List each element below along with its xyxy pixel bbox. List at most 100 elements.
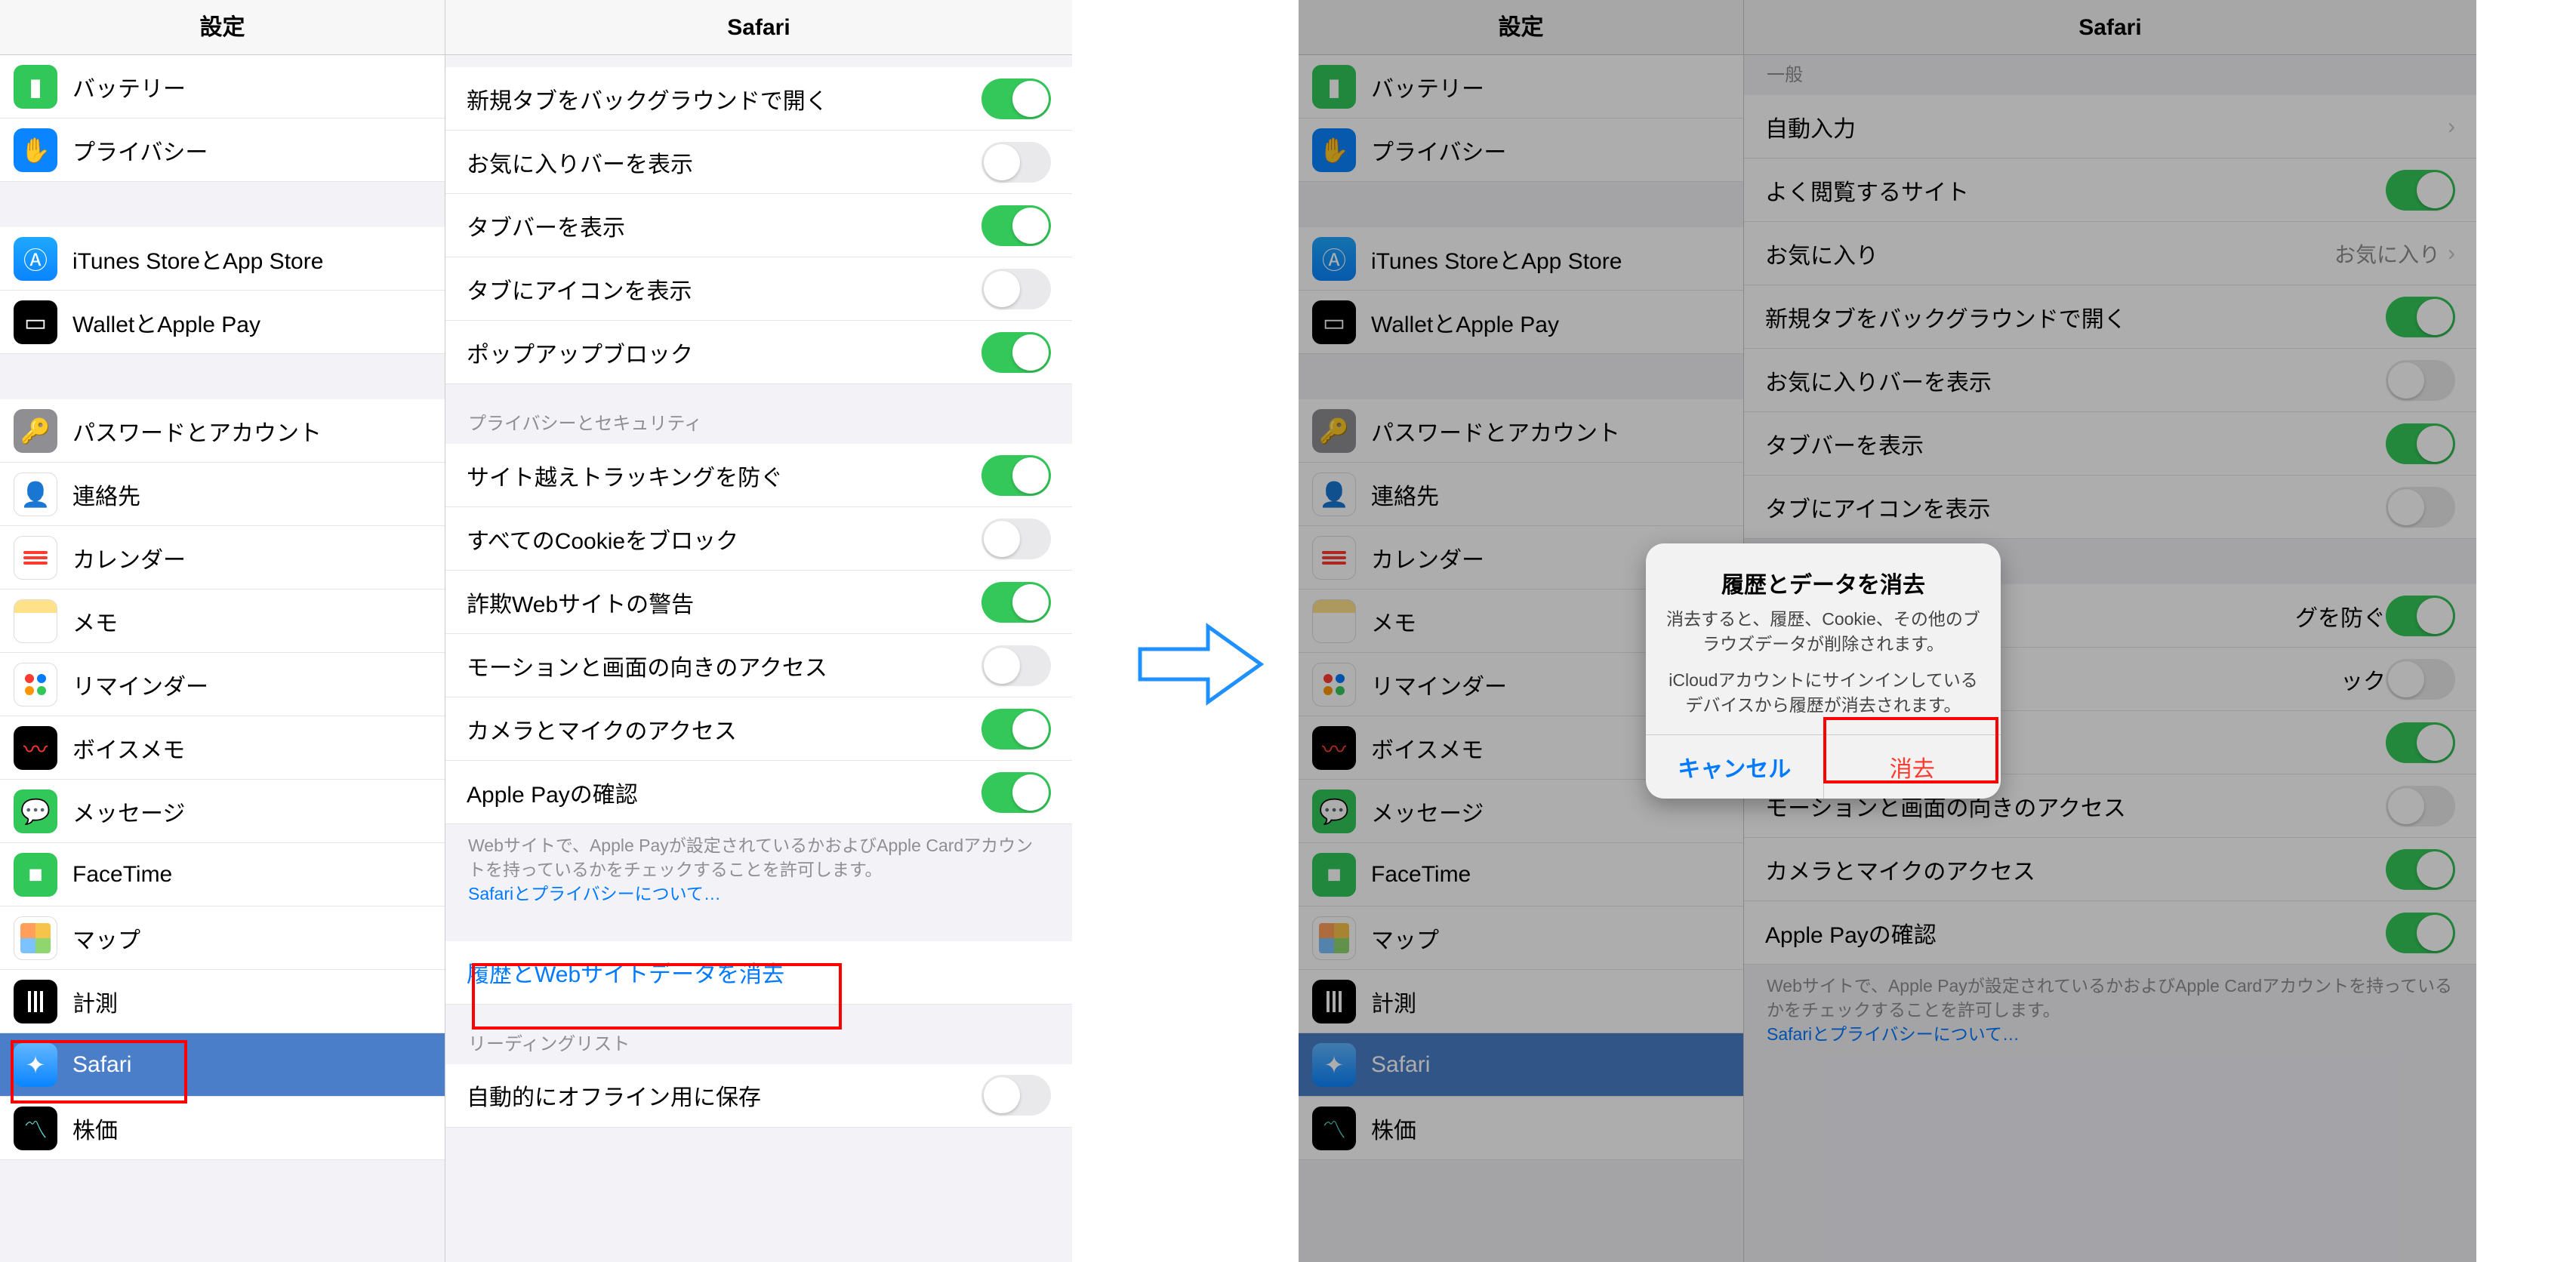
sidebar-item-stocks[interactable]: 〽株価 xyxy=(0,1097,445,1160)
toggle-offline[interactable] xyxy=(981,1075,1051,1116)
row-camera[interactable]: カメラとマイクのアクセス xyxy=(1744,838,2476,901)
contacts-icon: 👤 xyxy=(14,472,57,516)
row-applepay[interactable]: Apple Payの確認 xyxy=(445,761,1072,824)
sidebar-item-notes[interactable]: メモ xyxy=(0,589,445,653)
sidebar-title: 設定 xyxy=(0,0,445,55)
sidebar-item-reminders[interactable]: リマインダー xyxy=(0,653,445,716)
sidebar-item-privacy[interactable]: ✋プライバシー xyxy=(0,119,445,182)
sidebar-item-facetime[interactable]: ■FaceTime xyxy=(1299,843,1743,906)
toggle-fav-bar[interactable] xyxy=(2386,360,2455,401)
toggle-freq-sites[interactable] xyxy=(2386,170,2455,211)
row-freq-sites[interactable]: よく閲覧するサイト xyxy=(1744,159,2476,222)
hand-icon: ✋ xyxy=(14,128,57,172)
toggle-camera[interactable] xyxy=(981,709,1051,750)
voicememo-icon: 〰 xyxy=(1312,726,1356,770)
toggle-block-cookies[interactable] xyxy=(981,519,1051,559)
sidebar-item-voicememo[interactable]: 〰ボイスメモ xyxy=(0,716,445,780)
row-popup[interactable]: ポップアップブロック xyxy=(445,321,1072,384)
toggle-cross-site[interactable] xyxy=(981,455,1051,496)
row-offline[interactable]: 自動的にオフライン用に保存 xyxy=(445,1064,1072,1128)
toggle-fraud[interactable] xyxy=(2386,722,2455,763)
toggle-tab-icons[interactable] xyxy=(2386,487,2455,528)
sidebar-item-messages[interactable]: 💬メッセージ xyxy=(0,780,445,843)
calendar-icon xyxy=(14,536,57,580)
toggle-fraud[interactable] xyxy=(981,582,1051,623)
toggle-camera[interactable] xyxy=(2386,849,2455,890)
sidebar-item-appstore[interactable]: ⒶiTunes StoreとApp Store xyxy=(1299,227,1743,291)
detail-title: Safari xyxy=(1744,0,2476,55)
sidebar-item-maps[interactable]: マップ xyxy=(0,906,445,970)
row-open-bg[interactable]: 新規タブをバックグラウンドで開く xyxy=(445,67,1072,131)
row-fav-bar[interactable]: お気に入りバーを表示 xyxy=(445,131,1072,194)
safari-privacy-link[interactable]: Safariとプライバシーについて… xyxy=(1767,1024,2020,1044)
sidebar-item-facetime[interactable]: ■FaceTime xyxy=(0,843,445,906)
toggle-open-bg[interactable] xyxy=(2386,297,2455,337)
row-block-cookies[interactable]: すべてのCookieをブロック xyxy=(445,507,1072,571)
row-tab-icons[interactable]: タブにアイコンを表示 xyxy=(1744,476,2476,539)
toggle-applepay[interactable] xyxy=(2386,913,2455,953)
row-cross-site[interactable]: サイト越えトラッキングを防ぐ xyxy=(445,444,1072,507)
sidebar-item-calendar[interactable]: カレンダー xyxy=(0,526,445,589)
maps-icon xyxy=(1312,916,1356,960)
row-autofill[interactable]: 自動入力› xyxy=(1744,95,2476,159)
sidebar-item-privacy[interactable]: ✋プライバシー xyxy=(1299,119,1743,182)
safari-privacy-link[interactable]: Safariとプライバシーについて… xyxy=(468,884,721,903)
detail-title: Safari xyxy=(445,0,1072,55)
stocks-icon: 〽 xyxy=(1312,1107,1356,1150)
sidebar-item-battery[interactable]: ▮バッテリー xyxy=(0,55,445,119)
sidebar-item-passwords[interactable]: 🔑パスワードとアカウント xyxy=(1299,399,1743,463)
sidebar-item-battery[interactable]: ▮バッテリー xyxy=(1299,55,1743,119)
row-fraud[interactable]: 詐欺Webサイトの警告 xyxy=(445,571,1072,634)
toggle-open-bg[interactable] xyxy=(981,78,1051,119)
stage-before: 設定 ▮バッテリー ✋プライバシー ⒶiTunes StoreとApp Stor… xyxy=(0,0,1072,1262)
row-tab-bar[interactable]: タブバーを表示 xyxy=(445,194,1072,257)
stage-after: 設定 ▮バッテリー ✋プライバシー ⒶiTunes StoreとApp Stor… xyxy=(1299,0,2476,1262)
row-favorites[interactable]: お気に入りお気に入り› xyxy=(1744,222,2476,285)
row-clear-history[interactable]: 履歴とWebサイトデータを消去 xyxy=(445,941,1072,1005)
measure-icon xyxy=(1312,980,1356,1023)
sidebar-item-measure[interactable]: 計測 xyxy=(0,970,445,1033)
toggle-tab-bar[interactable] xyxy=(981,205,1051,246)
row-tab-icons[interactable]: タブにアイコンを表示 xyxy=(445,257,1072,321)
sidebar-item-stocks[interactable]: 〽株価 xyxy=(1299,1097,1743,1160)
toggle-motion[interactable] xyxy=(2386,786,2455,826)
reminders-icon xyxy=(14,663,57,706)
settings-sidebar: 設定 ▮バッテリー ✋プライバシー ⒶiTunes StoreとApp Stor… xyxy=(0,0,445,1262)
safari-icon: ✦ xyxy=(14,1043,57,1087)
alert-message-2: iCloudアカウントにサインインしているデバイスから履歴が消去されます。 xyxy=(1664,668,1983,719)
footer-applepay: Webサイトで、Apple Payが設定されているかおよびApple Cardア… xyxy=(445,824,1072,911)
row-fav-bar[interactable]: お気に入りバーを表示 xyxy=(1744,349,2476,412)
toggle-tab-bar[interactable] xyxy=(2386,423,2455,464)
toggle-tab-icons[interactable] xyxy=(981,269,1051,309)
sidebar-item-maps[interactable]: マップ xyxy=(1299,906,1743,970)
alert-message-1: 消去すると、履歴、Cookie、その他のブラウズデータが削除されます。 xyxy=(1664,607,1983,657)
sidebar-item-measure[interactable]: 計測 xyxy=(1299,970,1743,1033)
calendar-icon xyxy=(1312,536,1356,580)
row-applepay[interactable]: Apple Payの確認 xyxy=(1744,901,2476,965)
row-tab-bar[interactable]: タブバーを表示 xyxy=(1744,412,2476,476)
toggle-fav-bar[interactable] xyxy=(981,142,1051,183)
alert-clear-button[interactable]: 消去 xyxy=(1824,735,2001,799)
sidebar-item-safari[interactable]: ✦Safari xyxy=(1299,1033,1743,1097)
sidebar-item-contacts[interactable]: 👤連絡先 xyxy=(1299,463,1743,526)
row-camera[interactable]: カメラとマイクのアクセス xyxy=(445,697,1072,761)
sidebar-item-wallet[interactable]: ▭WalletとApple Pay xyxy=(0,291,445,354)
alert-cancel-button[interactable]: キャンセル xyxy=(1646,735,1824,799)
sidebar-item-appstore[interactable]: ⒶiTunes StoreとApp Store xyxy=(0,227,445,291)
voicememo-icon: 〰 xyxy=(14,726,57,770)
alert-title: 履歴とデータを消去 xyxy=(1664,566,1983,599)
toggle-block-cookies[interactable] xyxy=(2386,659,2455,700)
sidebar-item-passwords[interactable]: 🔑パスワードとアカウント xyxy=(0,399,445,463)
toggle-popup[interactable] xyxy=(981,332,1051,373)
row-motion[interactable]: モーションと画面の向きのアクセス xyxy=(445,634,1072,697)
battery-icon: ▮ xyxy=(14,65,57,109)
toggle-motion[interactable] xyxy=(981,645,1051,686)
row-open-bg[interactable]: 新規タブをバックグラウンドで開く xyxy=(1744,285,2476,349)
header-reading-list: リーディングリスト xyxy=(445,1005,1072,1064)
sidebar-item-wallet[interactable]: ▭WalletとApple Pay xyxy=(1299,291,1743,354)
toggle-cross-site[interactable] xyxy=(2386,596,2455,636)
toggle-applepay[interactable] xyxy=(981,772,1051,813)
sidebar-item-safari[interactable]: ✦Safari xyxy=(0,1033,445,1097)
facetime-icon: ■ xyxy=(14,853,57,897)
sidebar-item-contacts[interactable]: 👤連絡先 xyxy=(0,463,445,526)
